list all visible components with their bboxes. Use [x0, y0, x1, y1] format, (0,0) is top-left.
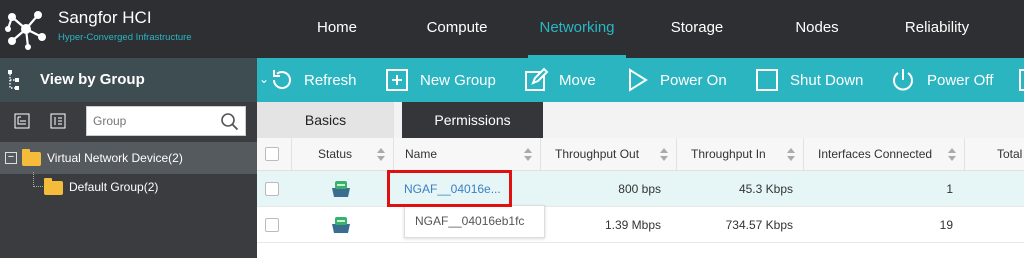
column-interfaces-label: Interfaces Connected	[818, 147, 933, 161]
name-tooltip: NGAF__04016eb1fc	[404, 205, 545, 238]
tab-basics[interactable]: Basics	[257, 102, 394, 138]
group-tree-icon	[8, 70, 19, 90]
device-table: Status Name Throughput Out Throughput In…	[257, 138, 1024, 258]
collapse-all-icon[interactable]	[50, 113, 66, 129]
power-on-label: Power On	[660, 72, 727, 89]
top-navigation-bar: Sangfor HCI Hyper-Converged Infrastructu…	[0, 0, 1024, 58]
interfaces-connected-value: 1	[946, 182, 953, 196]
column-throughput-in[interactable]: Throughput In	[677, 138, 804, 171]
nav-nodes[interactable]: Nodes	[776, 0, 858, 58]
app-title: Sangfor HCI	[58, 8, 152, 27]
column-name-label: Name	[405, 147, 438, 161]
new-group-label: New Group	[420, 72, 496, 89]
play-icon	[629, 68, 648, 92]
column-interfaces-connected[interactable]: Interfaces Connected	[804, 138, 965, 171]
tree-node-virtual-network-device[interactable]: − Virtual Network Device(2)	[0, 142, 257, 174]
shut-down-button[interactable]: Shut Down	[754, 58, 869, 102]
folder-icon	[44, 178, 63, 195]
new-group-icon	[386, 69, 408, 91]
column-total-label: Total	[997, 147, 1023, 161]
network-device-status-icon	[332, 217, 350, 233]
select-all-checkbox[interactable]	[265, 147, 279, 161]
chevron-down-icon[interactable]: ⌄	[259, 72, 269, 86]
shut-down-label: Shut Down	[790, 72, 864, 89]
row-checkbox[interactable]	[265, 182, 279, 196]
sidebar-header: View by Group	[0, 58, 257, 102]
throughput-in-value: 734.57 Kbps	[725, 218, 793, 232]
sort-icon	[660, 148, 668, 161]
sangfor-logo-icon	[5, 11, 46, 50]
tree-node-label: Virtual Network Device(2)	[47, 151, 183, 165]
group-tree: − Virtual Network Device(2) Default Grou…	[0, 140, 257, 258]
column-throughput-out-label: Throughput Out	[555, 147, 640, 161]
sort-icon	[787, 148, 795, 161]
refresh-button[interactable]: Refresh	[269, 58, 369, 102]
column-name[interactable]: Name	[394, 138, 541, 171]
nav-reliability[interactable]: Reliability	[892, 0, 982, 58]
throughput-out-value: 1.39 Mbps	[604, 218, 661, 232]
table-row[interactable]: 1.39 Mbps 734.57 Kbps 19	[257, 207, 1024, 243]
tab-permissions[interactable]: Permissions	[402, 102, 543, 138]
edit-icon	[525, 67, 549, 91]
table-row[interactable]: NGAF__04016e... 800 bps 45.3 Kbps 1	[257, 171, 1024, 207]
group-search-box	[86, 106, 246, 136]
refresh-label: Refresh	[304, 72, 357, 89]
interfaces-connected-value: 19	[939, 218, 953, 232]
column-throughput-in-label: Throughput In	[691, 147, 766, 161]
nav-storage[interactable]: Storage	[656, 0, 738, 58]
expand-all-icon[interactable]	[14, 113, 30, 129]
power-off-label: Power Off	[927, 72, 994, 89]
move-label: Move	[559, 72, 596, 89]
highlight-box	[387, 170, 512, 207]
power-off-button[interactable]: Power Off	[890, 58, 1000, 102]
new-group-button[interactable]: New Group	[384, 58, 504, 102]
column-throughput-out[interactable]: Throughput Out	[541, 138, 677, 171]
action-toolbar: ⌄ Refresh New Group Move Power On Shut D…	[257, 58, 1024, 102]
refresh-icon	[272, 70, 291, 89]
tree-node-default-group[interactable]: Default Group(2)	[0, 172, 257, 204]
search-icon[interactable]	[220, 112, 240, 132]
sort-icon	[948, 148, 956, 161]
stop-icon	[756, 69, 778, 91]
sidebar-title: View by Group	[40, 71, 145, 88]
power-icon	[893, 69, 913, 91]
throughput-in-value: 45.3 Kbps	[738, 182, 793, 196]
power-on-button[interactable]: Power On	[625, 58, 735, 102]
sort-icon	[377, 148, 385, 161]
select-all-cell	[257, 138, 292, 171]
tree-node-label: Default Group(2)	[69, 180, 159, 194]
more-actions-icon[interactable]	[1019, 69, 1024, 91]
move-button[interactable]: Move	[523, 58, 603, 102]
table-header: Status Name Throughput Out Throughput In…	[257, 138, 1024, 171]
group-search-input[interactable]	[93, 113, 213, 129]
nav-compute[interactable]: Compute	[409, 0, 505, 58]
column-total[interactable]: Total	[965, 138, 1024, 171]
nav-networking[interactable]: Networking	[528, 0, 626, 58]
throughput-out-value: 800 bps	[618, 182, 661, 196]
detail-tabs: Basics Permissions	[257, 102, 1024, 138]
column-status-label: Status	[318, 147, 353, 161]
nav-home[interactable]: Home	[296, 0, 378, 58]
app-tagline: Hyper-Converged Infrastructure	[58, 32, 192, 43]
network-device-status-icon	[332, 181, 350, 197]
folder-icon	[22, 149, 41, 166]
column-status[interactable]: Status	[292, 138, 394, 171]
collapse-toggle-icon[interactable]: −	[5, 152, 17, 164]
sort-icon	[524, 148, 532, 161]
row-checkbox[interactable]	[265, 218, 279, 232]
